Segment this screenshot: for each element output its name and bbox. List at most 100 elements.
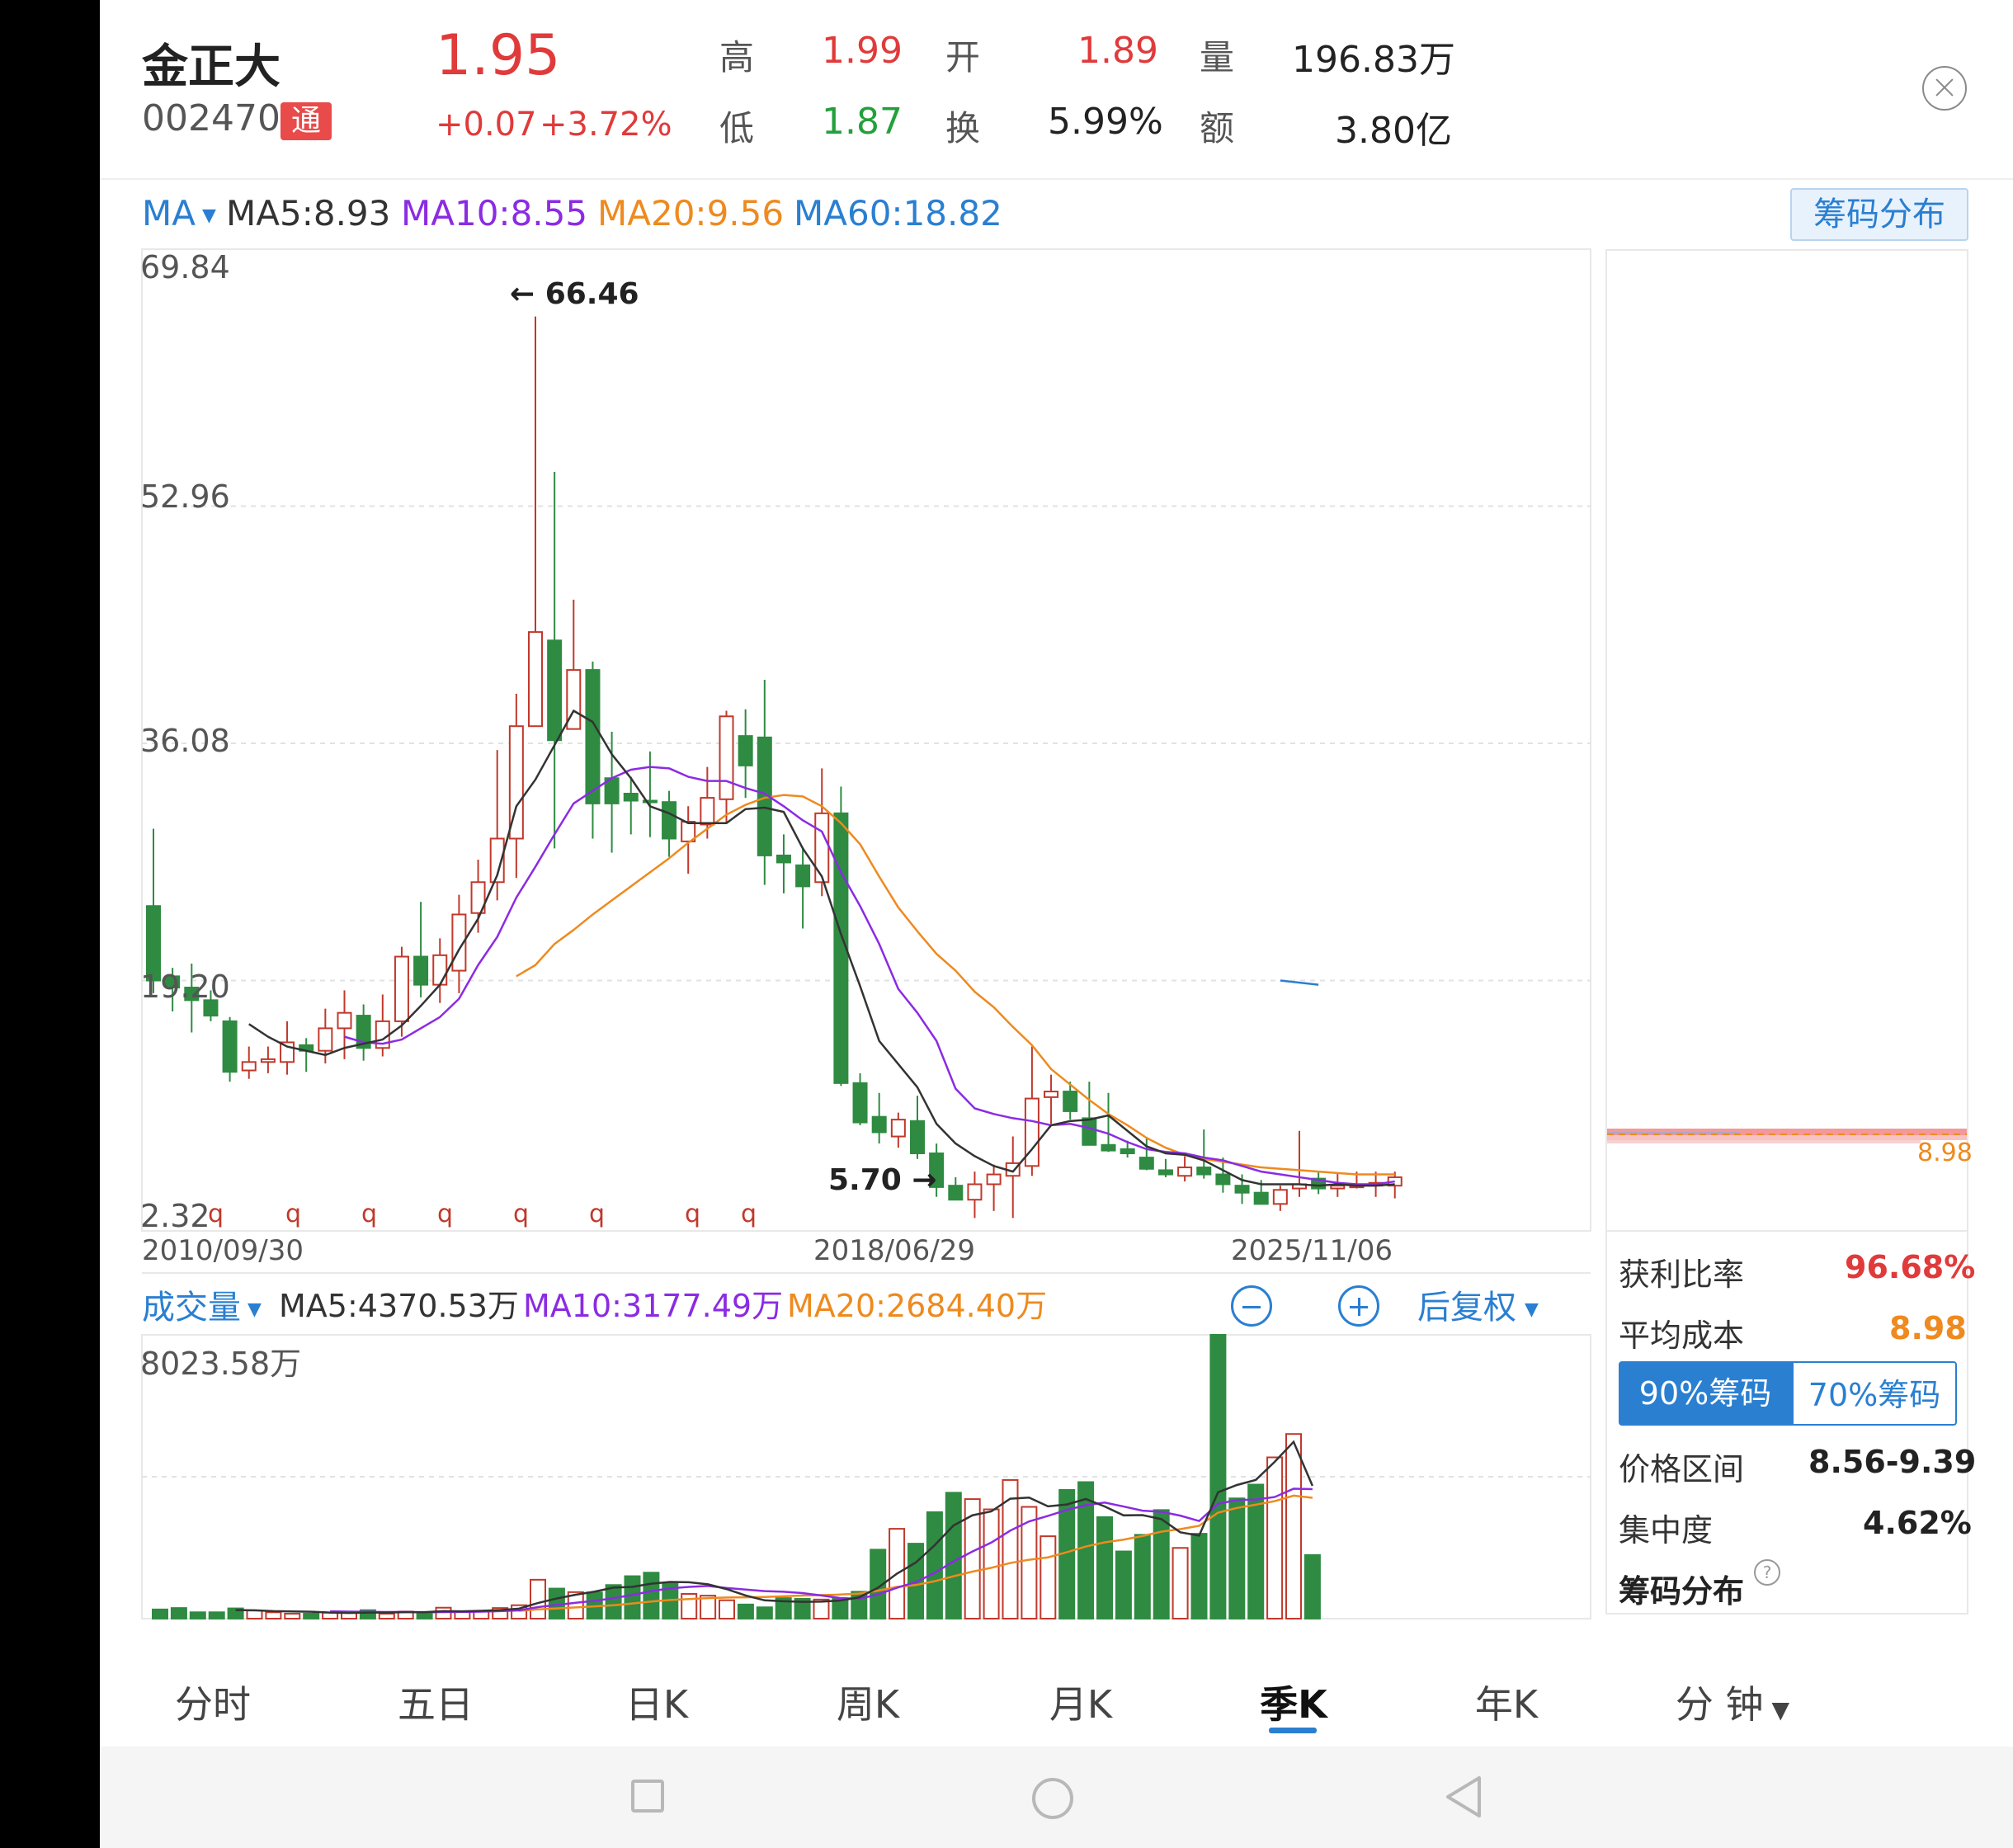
dividend-q-marker[interactable]: q — [589, 1200, 605, 1228]
price-axis-label: 19.20 — [140, 969, 230, 1005]
tab-yearly-k[interactable]: 年K — [1424, 1675, 1589, 1729]
volume-bar-down — [1077, 1481, 1095, 1620]
vol-ma10-legend: MA10:3177.49万 — [523, 1288, 784, 1324]
candle-down — [585, 669, 601, 804]
avg-cost-marker: 8.98 — [1917, 1138, 1973, 1167]
recents-icon[interactable] — [631, 1780, 664, 1813]
price-axis-label: 2.32 — [140, 1198, 210, 1234]
caret-down-icon: ▼ — [1771, 1696, 1790, 1723]
max-price-annotation: ← 66.46 — [510, 277, 639, 311]
max-price-value: 66.46 — [544, 277, 639, 311]
date-axis-label: 2010/09/30 — [142, 1234, 304, 1267]
profit-ratio-label: 获利比率 — [1619, 1256, 1745, 1293]
avg-cost-value: 8.98 — [1889, 1310, 1967, 1346]
volume-bar-up — [246, 1610, 263, 1619]
help-icon[interactable]: ? — [1754, 1559, 1780, 1586]
candle-up — [241, 1061, 257, 1072]
zoom-in-button[interactable] — [1338, 1285, 1379, 1327]
volume-bar-down — [737, 1603, 754, 1620]
tab-five-day[interactable]: 五日 — [353, 1675, 518, 1729]
candle-up — [528, 631, 543, 728]
volume-selector[interactable]: 成交量 ▼ — [142, 1280, 262, 1328]
tab-intraday[interactable]: 分时 — [130, 1675, 295, 1729]
tab-quarterly-k[interactable]: 季K — [1211, 1675, 1376, 1729]
candle-up — [890, 1119, 906, 1138]
candle-up — [700, 797, 715, 826]
volume-bar-up — [1002, 1478, 1019, 1620]
volume-bar-down — [605, 1584, 622, 1619]
volume-bar-down — [926, 1511, 943, 1619]
chip-footer-title: 筹码分布 — [1619, 1573, 1745, 1610]
tab-weekly-k[interactable]: 周K — [785, 1675, 950, 1729]
price-axis-label: 69.84 — [140, 249, 230, 285]
tab-daily-k[interactable]: 日K — [574, 1675, 739, 1729]
tab-minute[interactable]: 分 钟 ▼ — [1650, 1675, 1815, 1729]
vol-ma20-legend: MA20:2684.40万 — [787, 1288, 1048, 1324]
price-range-label: 价格区间 — [1619, 1451, 1745, 1487]
price-axis-label: 36.08 — [140, 723, 230, 759]
volume-bar-down — [1153, 1509, 1170, 1619]
volume-bar-up — [983, 1508, 1000, 1620]
minus-icon — [1242, 1306, 1261, 1308]
vol-ma5-line — [235, 1440, 1314, 1615]
candle-down — [1215, 1173, 1231, 1186]
tab-monthly-k[interactable]: 月K — [998, 1675, 1163, 1729]
date-axis-label: 2025/11/06 — [1231, 1234, 1393, 1267]
volume-bar-down — [643, 1572, 660, 1619]
date-axis-label: 2018/06/29 — [813, 1234, 975, 1267]
dividend-q-marker[interactable]: q — [361, 1200, 377, 1228]
candle-up — [337, 1011, 352, 1030]
candle-up — [318, 1027, 333, 1052]
volume-bar-down — [303, 1612, 320, 1619]
candle-down — [738, 735, 753, 766]
volume-bar-up — [378, 1612, 395, 1619]
dividend-q-marker[interactable]: q — [437, 1200, 453, 1228]
candle-up — [394, 955, 409, 1022]
candle-down — [547, 639, 563, 742]
volume-bar-down — [170, 1607, 187, 1620]
candle-up — [1044, 1091, 1059, 1098]
volume-bar-down — [1228, 1497, 1246, 1619]
concentration-value: 4.62% — [1863, 1505, 1972, 1541]
candle-up — [260, 1058, 276, 1063]
tab-70-percent-chips[interactable]: 70%筹码 — [1792, 1361, 1957, 1426]
candle-down — [1138, 1157, 1154, 1170]
volume-bar-down — [189, 1611, 206, 1619]
volume-bar-down — [416, 1611, 433, 1619]
dividend-q-marker[interactable]: q — [685, 1200, 700, 1228]
dividend-q-marker[interactable]: q — [285, 1200, 301, 1228]
zoom-out-button[interactable] — [1231, 1285, 1272, 1327]
concentration-label: 集中度 — [1619, 1512, 1714, 1549]
volume-bar-down — [152, 1608, 168, 1620]
candle-up — [1272, 1189, 1288, 1205]
chevron-down-icon: ▼ — [248, 1299, 262, 1320]
volume-bar-down — [756, 1606, 773, 1619]
volume-bar-down — [208, 1611, 225, 1619]
dividend-q-marker[interactable]: q — [741, 1200, 757, 1228]
home-icon[interactable] — [1032, 1778, 1073, 1819]
candle-up — [719, 715, 734, 800]
profit-ratio-value: 96.68% — [1845, 1249, 1976, 1285]
volume-bar-down — [1115, 1550, 1132, 1620]
candle-down — [662, 801, 677, 840]
candle-down — [1157, 1169, 1173, 1176]
dividend-q-marker[interactable]: q — [208, 1200, 224, 1228]
candle-down — [413, 955, 429, 986]
candle-down — [1196, 1167, 1212, 1176]
candle-down — [871, 1115, 887, 1134]
adjust-selector[interactable]: 后复权 ▼ — [1417, 1280, 1539, 1328]
tab-90-percent-chips[interactable]: 90%筹码 — [1619, 1361, 1792, 1426]
volume-bar-down — [1304, 1553, 1321, 1620]
system-nav-bar — [100, 1747, 2013, 1848]
candle-up — [1330, 1185, 1346, 1190]
ma20-line — [516, 794, 1395, 1176]
candle-down — [852, 1082, 868, 1124]
volume-bar-up — [530, 1578, 546, 1619]
candle-down — [1101, 1143, 1116, 1152]
volume-bar-up — [1266, 1456, 1284, 1619]
back-icon[interactable] — [1443, 1775, 1484, 1819]
chevron-down-icon: ▼ — [1525, 1299, 1539, 1320]
candle-down — [948, 1185, 964, 1201]
active-tab-indicator — [1269, 1728, 1317, 1733]
dividend-q-marker[interactable]: q — [513, 1200, 529, 1228]
